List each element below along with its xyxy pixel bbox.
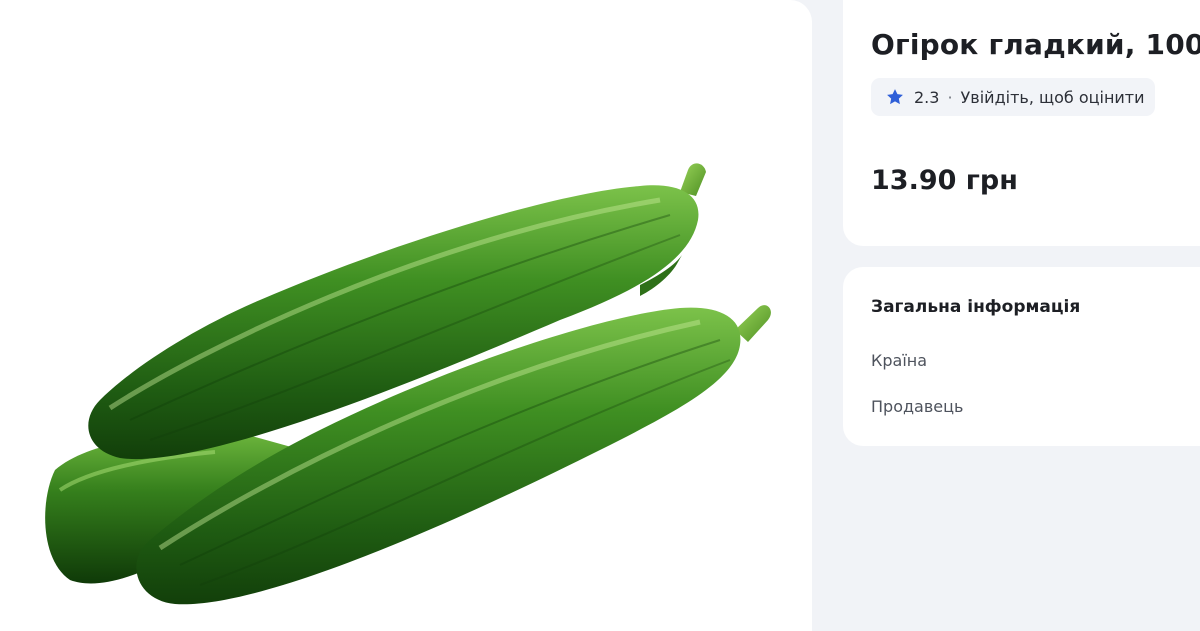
product-price: 13.90 грн xyxy=(871,165,1018,196)
info-row-seller: Продавець xyxy=(871,397,964,416)
general-info-card: Загальна інформація Країна Продавець xyxy=(843,267,1200,446)
cucumbers-icon xyxy=(45,163,771,605)
rating-badge[interactable]: 2.3 · Увійдіть, щоб оцінити xyxy=(871,78,1155,116)
rating-login-link[interactable]: Увійдіть, щоб оцінити xyxy=(961,88,1145,107)
product-page: Огірок гладкий, 100г 2.3 · Увійдіть, щоб… xyxy=(0,0,1200,631)
star-icon xyxy=(887,89,903,105)
info-row-country: Країна xyxy=(871,351,928,370)
rating-value: 2.3 xyxy=(914,87,940,107)
product-summary-card: Огірок гладкий, 100г 2.3 · Увійдіть, щоб… xyxy=(843,0,1200,246)
product-title: Огірок гладкий, 100г xyxy=(871,28,1200,61)
rating-separator: · xyxy=(947,87,953,107)
general-info-heading: Загальна інформація xyxy=(871,297,1081,317)
product-image-panel[interactable] xyxy=(0,0,812,631)
